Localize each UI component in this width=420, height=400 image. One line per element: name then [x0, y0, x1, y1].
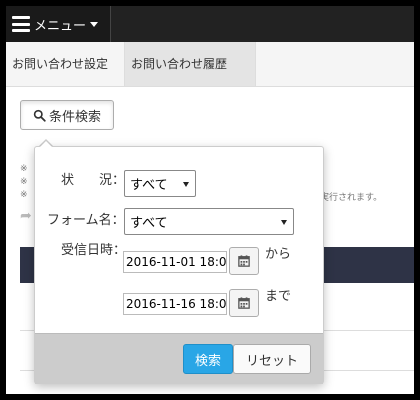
form-name-select-value: すべて [130, 216, 168, 231]
date-to-input[interactable]: 2016-11-16 18:00 [123, 293, 227, 315]
status-select-value: すべて [130, 178, 168, 193]
search-button[interactable]: 検索 [183, 344, 233, 374]
tab-contact-settings[interactable]: お問い合わせ設定 [6, 42, 130, 86]
form-name-label: フォーム名： [47, 213, 125, 228]
search-icon [33, 109, 46, 122]
note-mark: ※ [20, 164, 28, 174]
caret-down-icon [281, 219, 287, 225]
menu-label: メニュー [34, 18, 87, 34]
popover-arrow-inner [39, 141, 53, 148]
note-mark: ※ [20, 190, 28, 200]
date-to-calendar-button[interactable] [229, 289, 259, 317]
calendar-icon [238, 255, 250, 267]
date-from-suffix: から [265, 247, 292, 262]
status-label-tail: 況： [99, 173, 126, 188]
top-bar: メニュー [6, 6, 414, 42]
date-to-suffix: まで [265, 289, 292, 304]
search-popover: 状 況： すべて フォーム名： すべて 受信日時： 2016-11-01 18:… [34, 146, 324, 384]
status-select[interactable]: すべて [124, 170, 196, 197]
status-label: 状 [61, 173, 75, 188]
condition-search-button[interactable]: 条件検索 [20, 100, 114, 130]
form-name-select[interactable]: すべて [124, 208, 294, 235]
received-date-label: 受信日時： [61, 243, 127, 258]
arrow-icon: ➦ [20, 208, 32, 224]
popover-footer: 検索 リセット [35, 333, 323, 384]
reset-button[interactable]: リセット [233, 344, 311, 374]
hamburger-icon [12, 16, 30, 32]
tab-bar: お問い合わせ設定 お問い合わせ履歴 [6, 42, 414, 87]
menu-button[interactable]: メニュー [6, 6, 111, 42]
date-from-input[interactable]: 2016-11-01 18:00 [123, 251, 227, 273]
date-from-calendar-button[interactable] [229, 247, 259, 275]
calendar-icon [238, 297, 250, 309]
condition-search-label: 条件検索 [48, 109, 101, 125]
note-mark: ※ [20, 177, 28, 187]
caret-down-icon [90, 21, 99, 27]
app-frame: メニュー お問い合わせ設定 お問い合わせ履歴 条件検索 ※ ※ ※ す。 修が実… [6, 6, 414, 394]
tab-contact-history[interactable]: お問い合わせ履歴 [124, 42, 256, 86]
caret-down-icon [183, 181, 189, 187]
